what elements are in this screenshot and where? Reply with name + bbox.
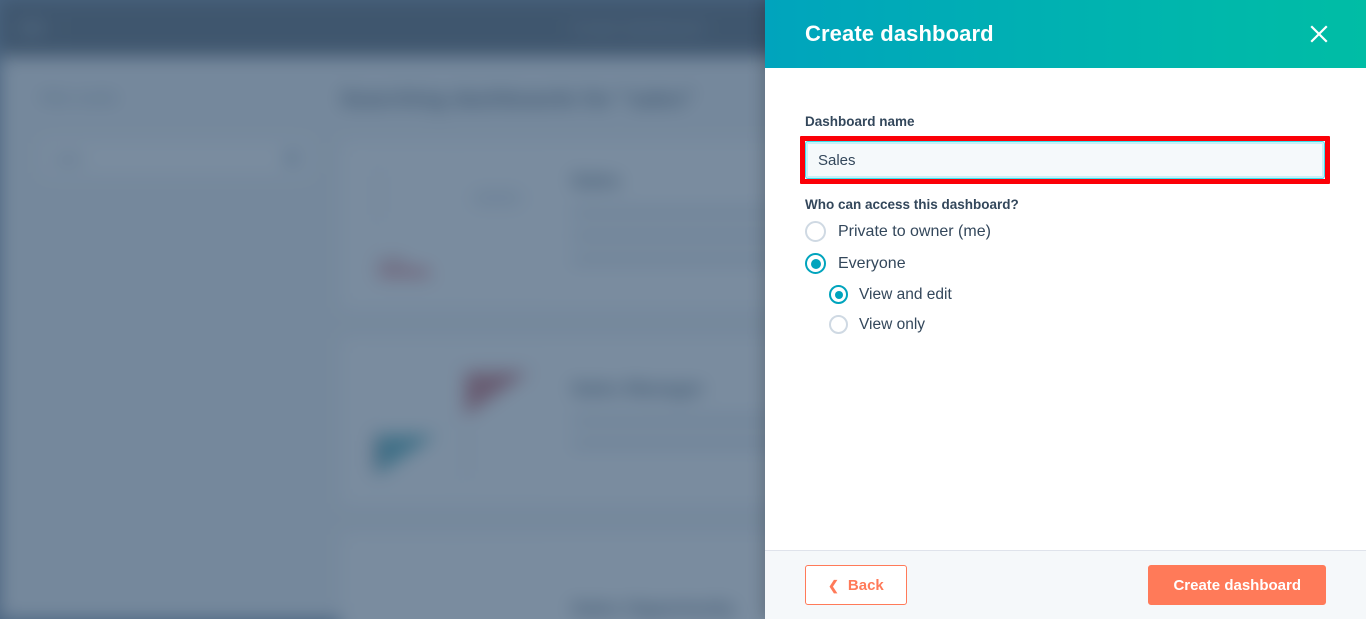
page-title: Create dashboard bbox=[805, 21, 994, 46]
radio-icon bbox=[829, 315, 848, 334]
app-root: Create dashboard Cancel dashboard Filter… bbox=[0, 0, 1366, 619]
radio-label: Private to owner (me) bbox=[838, 222, 991, 240]
radio-icon-selected bbox=[829, 285, 848, 304]
close-icon[interactable] bbox=[1302, 17, 1336, 51]
dashboard-name-input[interactable] bbox=[805, 141, 1325, 179]
dashboard-name-label: Dashboard name bbox=[805, 114, 915, 129]
radio-label: View only bbox=[859, 315, 926, 333]
dashboard-name-annotation bbox=[800, 136, 1330, 184]
radio-view-only[interactable]: View only bbox=[829, 315, 1326, 334]
radio-icon bbox=[805, 221, 826, 242]
radio-label: Everyone bbox=[838, 254, 906, 272]
panel-body: Dashboard name Who can access this dashb… bbox=[765, 68, 1366, 550]
back-button-label: Back bbox=[847, 576, 884, 594]
create-dashboard-panel: Create dashboard Dashboard name Who can … bbox=[765, 0, 1366, 619]
panel-footer: ❮ Back Create dashboard bbox=[765, 550, 1366, 619]
radio-view-and-edit[interactable]: View and edit bbox=[829, 285, 1326, 304]
chevron-left-icon: ❮ bbox=[828, 577, 839, 593]
create-dashboard-button[interactable]: Create dashboard bbox=[1148, 565, 1326, 605]
back-button[interactable]: ❮ Back bbox=[805, 565, 907, 605]
radio-icon-selected bbox=[805, 253, 826, 274]
access-group-label: Who can access this dashboard? bbox=[805, 197, 1019, 212]
panel-header: Create dashboard bbox=[765, 0, 1366, 68]
radio-everyone[interactable]: Everyone bbox=[805, 253, 1326, 274]
radio-private-to-owner[interactable]: Private to owner (me) bbox=[805, 221, 1326, 242]
radio-label: View and edit bbox=[859, 285, 952, 303]
